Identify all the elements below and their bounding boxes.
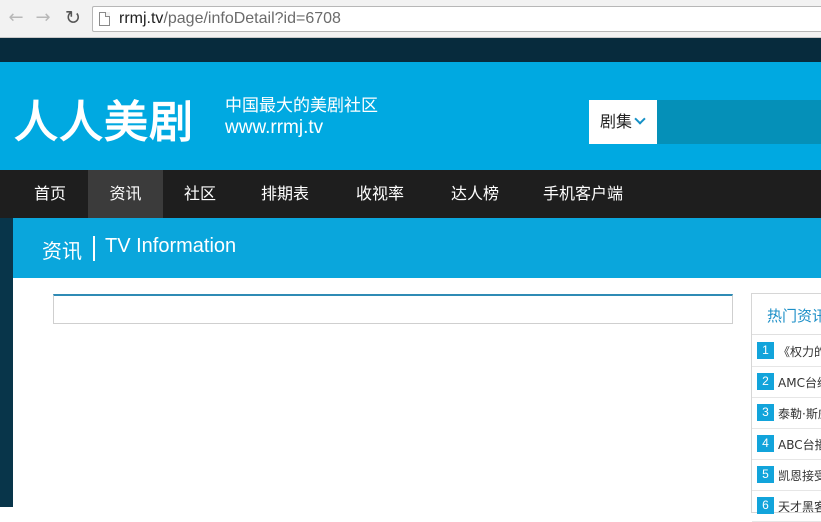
content-area: 热门资讯 1 《权力的 2 AMC台续 3 泰勒·斯威 4 ABC台播 5 凯恩… bbox=[0, 278, 821, 522]
rank-badge: 2 bbox=[757, 373, 774, 390]
news-link[interactable]: 《权力的 bbox=[778, 343, 821, 360]
nav-item-experts[interactable]: 达人榜 bbox=[433, 170, 517, 218]
section-divider bbox=[93, 236, 95, 261]
forward-arrow-icon[interactable]: → bbox=[33, 8, 53, 28]
rank-badge: 4 bbox=[757, 435, 774, 452]
section-subtitle: TV Information bbox=[105, 235, 237, 257]
list-item[interactable]: 3 泰勒·斯威 bbox=[752, 398, 821, 429]
back-arrow-icon[interactable]: ← bbox=[6, 8, 26, 28]
url-text[interactable]: rrmj.tv/page/infoDetail?id=6708 bbox=[119, 10, 341, 28]
rank-badge: 6 bbox=[757, 497, 774, 514]
list-item[interactable]: 1 《权力的 bbox=[752, 336, 821, 367]
news-link[interactable]: AMC台续 bbox=[778, 374, 821, 391]
chevron-down-icon bbox=[634, 113, 646, 125]
news-link[interactable]: ABC台播 bbox=[778, 436, 821, 453]
search-category-label: 剧集 bbox=[600, 112, 633, 131]
top-strip bbox=[0, 38, 821, 62]
section-banner: 资讯 TV Information bbox=[0, 218, 821, 278]
site-tagline: 中国最大的美剧社区 bbox=[225, 96, 378, 116]
site-header: 人人美剧 中国最大的美剧社区 www.rrmj.tv 剧集 bbox=[0, 62, 821, 170]
nav-item-home[interactable]: 首页 bbox=[15, 170, 85, 218]
list-item[interactable]: 4 ABC台播 bbox=[752, 429, 821, 460]
browser-toolbar: ← → ↻ rrmj.tv/page/infoDetail?id=6708 bbox=[0, 0, 821, 38]
search-input[interactable] bbox=[657, 100, 821, 144]
news-link[interactable]: 凯恩接受 bbox=[778, 467, 821, 484]
url-host: rrmj.tv bbox=[119, 10, 164, 27]
main-nav: 首页 资讯 社区 排期表 收视率 达人榜 手机客户端 bbox=[0, 170, 821, 218]
nav-item-news[interactable]: 资讯 bbox=[88, 170, 163, 218]
page-icon bbox=[99, 12, 110, 26]
reload-icon[interactable]: ↻ bbox=[63, 8, 83, 28]
divider bbox=[752, 334, 821, 335]
left-edge bbox=[0, 218, 13, 278]
nav-item-community[interactable]: 社区 bbox=[166, 170, 234, 218]
hot-news-panel: 热门资讯 1 《权力的 2 AMC台续 3 泰勒·斯威 4 ABC台播 5 凯恩… bbox=[751, 293, 821, 522]
nav-item-ratings[interactable]: 收视率 bbox=[338, 170, 422, 218]
article-container bbox=[53, 294, 733, 324]
hot-news-list: 1 《权力的 2 AMC台续 3 泰勒·斯威 4 ABC台播 5 凯恩接受 6 … bbox=[752, 336, 821, 522]
site-logo[interactable]: 人人美剧 bbox=[14, 86, 194, 150]
hot-news-title: 热门资讯 bbox=[767, 307, 821, 325]
nav-item-schedule[interactable]: 排期表 bbox=[243, 170, 327, 218]
list-item[interactable]: 2 AMC台续 bbox=[752, 367, 821, 398]
section-title: 资讯 bbox=[42, 239, 82, 263]
site-url: www.rrmj.tv bbox=[225, 117, 324, 138]
nav-item-mobile-app[interactable]: 手机客户端 bbox=[528, 170, 638, 218]
news-link[interactable]: 泰勒·斯威 bbox=[778, 405, 821, 422]
rank-badge: 3 bbox=[757, 404, 774, 421]
list-item[interactable]: 5 凯恩接受 bbox=[752, 460, 821, 491]
rank-badge: 1 bbox=[757, 342, 774, 359]
search-category-dropdown[interactable]: 剧集 bbox=[589, 100, 657, 144]
url-path: /page/infoDetail?id=6708 bbox=[163, 10, 341, 27]
address-bar[interactable]: rrmj.tv/page/infoDetail?id=6708 bbox=[92, 6, 821, 32]
left-edge-lower bbox=[0, 278, 13, 507]
rank-badge: 5 bbox=[757, 466, 774, 483]
